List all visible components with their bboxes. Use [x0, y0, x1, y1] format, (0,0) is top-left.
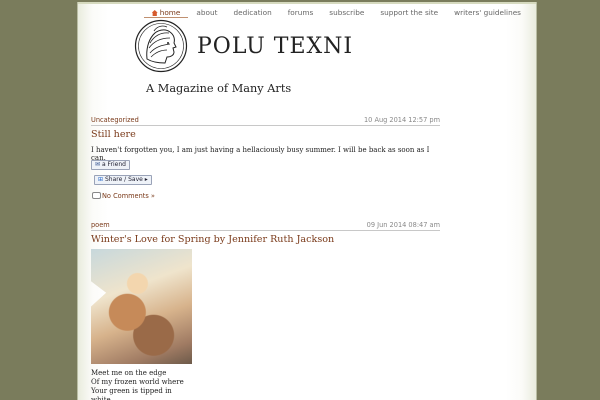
post-category-link[interactable]: poem — [91, 221, 110, 229]
tell-icon: ✉ — [95, 161, 101, 168]
nav-dedication[interactable]: dedication — [225, 8, 279, 18]
share-icon: ⊞ — [98, 176, 104, 183]
post-body-text: I haven't forgotten you, I am just havin… — [91, 146, 430, 162]
post-title-link[interactable]: Winter's Love for Spring by Jennifer Rut… — [91, 234, 440, 245]
post-date: 09 Jun 2014 08:47 am — [366, 221, 440, 229]
post-winters-love: poem 09 Jun 2014 08:47 am Winter's Love … — [91, 221, 440, 400]
share-save-button[interactable]: ⊞ Share / Save ▸ — [94, 175, 152, 185]
nav-home-label: home — [159, 8, 181, 17]
site-title[interactable]: POLU TEXNI — [197, 34, 353, 59]
home-icon — [151, 10, 158, 16]
share-dropdown-icon: ▸ — [144, 176, 148, 183]
nav-writers-guidelines[interactable]: writers' guidelines — [446, 8, 529, 18]
comment-icon — [92, 192, 101, 199]
post-category-link[interactable]: Uncategorized — [91, 116, 139, 124]
tell-a-friend-button[interactable]: ✉ a Friend — [91, 160, 130, 170]
post-still-here: Uncategorized 10 Aug 2014 12:57 pm Still… — [91, 116, 440, 200]
tell-a-friend-label: a Friend — [101, 161, 126, 168]
top-border — [78, 2, 536, 4]
share-save-label: Share / Save — [104, 176, 143, 183]
poem-line: Your green is tipped in — [91, 387, 172, 395]
athena-logo-icon[interactable] — [134, 19, 188, 73]
site-tagline: A Magazine of Many Arts — [146, 82, 292, 95]
nav-support[interactable]: support the site — [372, 8, 446, 18]
post-illustration-image[interactable] — [91, 249, 192, 364]
page-container: home about dedication forums subscribe s… — [77, 2, 537, 400]
nav-home[interactable]: home — [143, 8, 189, 18]
post-comments-label: No Comments » — [102, 192, 155, 200]
post-date: 10 Aug 2014 12:57 pm — [363, 116, 440, 124]
post-comments-link[interactable]: No Comments » — [92, 192, 155, 200]
poem-line: white — [91, 396, 111, 400]
nav-about[interactable]: about — [188, 8, 225, 18]
nav-subscribe[interactable]: subscribe — [321, 8, 372, 18]
poem-line: Of my frozen world where — [91, 378, 184, 386]
post-meta: poem 09 Jun 2014 08:47 am — [91, 221, 440, 231]
post-meta: Uncategorized 10 Aug 2014 12:57 pm — [91, 116, 440, 126]
poem-line: Meet me on the edge — [91, 369, 167, 377]
main-nav: home about dedication forums subscribe s… — [143, 8, 529, 18]
nav-forums[interactable]: forums — [280, 8, 322, 18]
post-title-link[interactable]: Still here — [91, 129, 440, 140]
